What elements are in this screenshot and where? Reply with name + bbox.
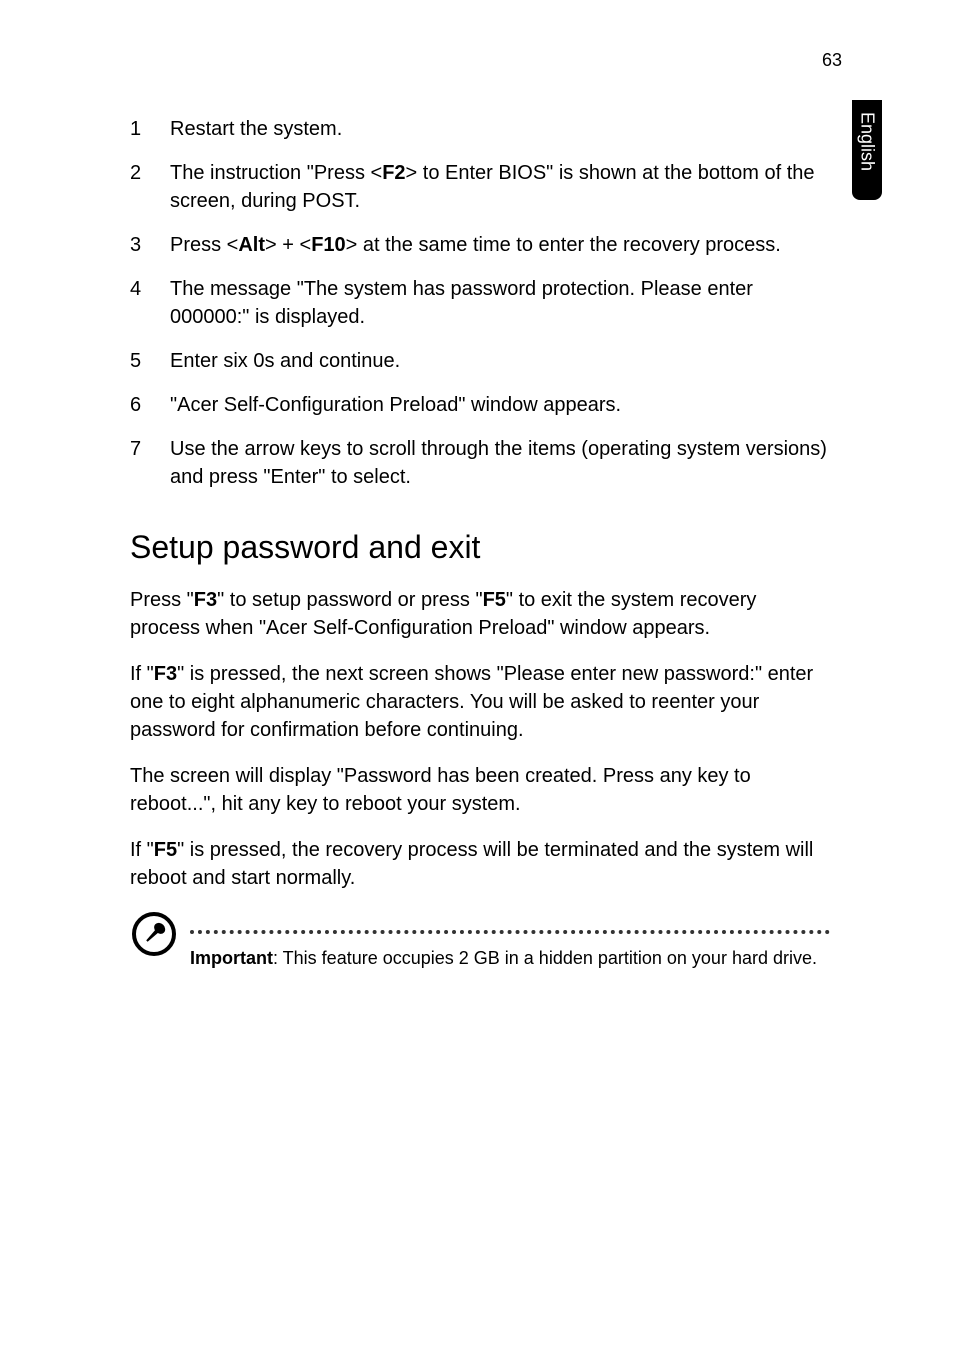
text-run: If " [130,663,154,685]
list-item-number: 2 [130,159,170,215]
list-item: 4The message "The system has password pr… [130,275,830,331]
list-item-text: Press <Alt> + <F10> at the same time to … [170,231,830,259]
bold-text: F2 [382,162,405,184]
body-paragraph: If "F5" is pressed, the recovery process… [130,836,830,892]
text-run: Use the arrow keys to scroll through the… [170,438,827,488]
list-item-text: Use the arrow keys to scroll through the… [170,435,830,491]
text-run: Press " [130,589,194,611]
text-run: Press < [170,234,238,256]
list-item: 1Restart the system. [130,115,830,143]
text-run: > at the same time to enter the recovery… [346,234,781,256]
body-paragraph: Press "F3" to setup password or press "F… [130,586,830,642]
list-item-text: The instruction "Press <F2> to Enter BIO… [170,159,830,215]
body-paragraph: The screen will display "Password has be… [130,762,830,818]
page-number: 63 [822,50,842,71]
callout-label: Important [190,948,273,968]
text-run: Restart the system. [170,118,342,140]
list-item-number: 4 [130,275,170,331]
body-paragraph: If "F3" is pressed, the next screen show… [130,660,830,744]
bold-text: Alt [238,234,265,256]
list-item-number: 5 [130,347,170,375]
list-item-number: 3 [130,231,170,259]
list-item-number: 7 [130,435,170,491]
language-tab: English [852,100,882,200]
bold-text: F3 [194,589,217,611]
important-callout: Important: This feature occupies 2 GB in… [130,910,830,971]
text-run: The screen will display "Password has be… [130,765,751,815]
section-heading: Setup password and exit [130,529,830,566]
text-run: "Acer Self-Configuration Preload" window… [170,394,621,416]
list-item: 3Press <Alt> + <F10> at the same time to… [130,231,830,259]
text-run: > + < [265,234,311,256]
page-content: 1Restart the system.2The instruction "Pr… [130,115,830,971]
text-run: If " [130,839,154,861]
text-run: " to setup password or press " [217,589,482,611]
text-run: The instruction "Press < [170,162,382,184]
list-item-text: "Acer Self-Configuration Preload" window… [170,391,830,419]
instruction-list: 1Restart the system.2The instruction "Pr… [130,115,830,491]
text-run: The message "The system has password pro… [170,278,753,328]
list-item: 7Use the arrow keys to scroll through th… [130,435,830,491]
list-item-number: 6 [130,391,170,419]
list-item-text: The message "The system has password pro… [170,275,830,331]
text-run: " is pressed, the recovery process will … [130,839,813,889]
text-run: Enter six 0s and continue. [170,350,400,372]
list-item-text: Restart the system. [170,115,830,143]
bold-text: F5 [483,589,506,611]
dotted-divider [190,930,830,934]
list-item: 2The instruction "Press <F2> to Enter BI… [130,159,830,215]
callout-text: Important: This feature occupies 2 GB in… [190,946,830,971]
list-item-number: 1 [130,115,170,143]
bold-text: F5 [154,839,177,861]
callout-rest: : This feature occupies 2 GB in a hidden… [273,948,817,968]
bold-text: F3 [154,663,177,685]
bold-text: F10 [311,234,345,256]
pin-icon [130,910,178,958]
list-item: 5Enter six 0s and continue. [130,347,830,375]
list-item: 6"Acer Self-Configuration Preload" windo… [130,391,830,419]
callout-body: Important: This feature occupies 2 GB in… [190,910,830,971]
list-item-text: Enter six 0s and continue. [170,347,830,375]
text-run: " is pressed, the next screen shows "Ple… [130,663,813,741]
